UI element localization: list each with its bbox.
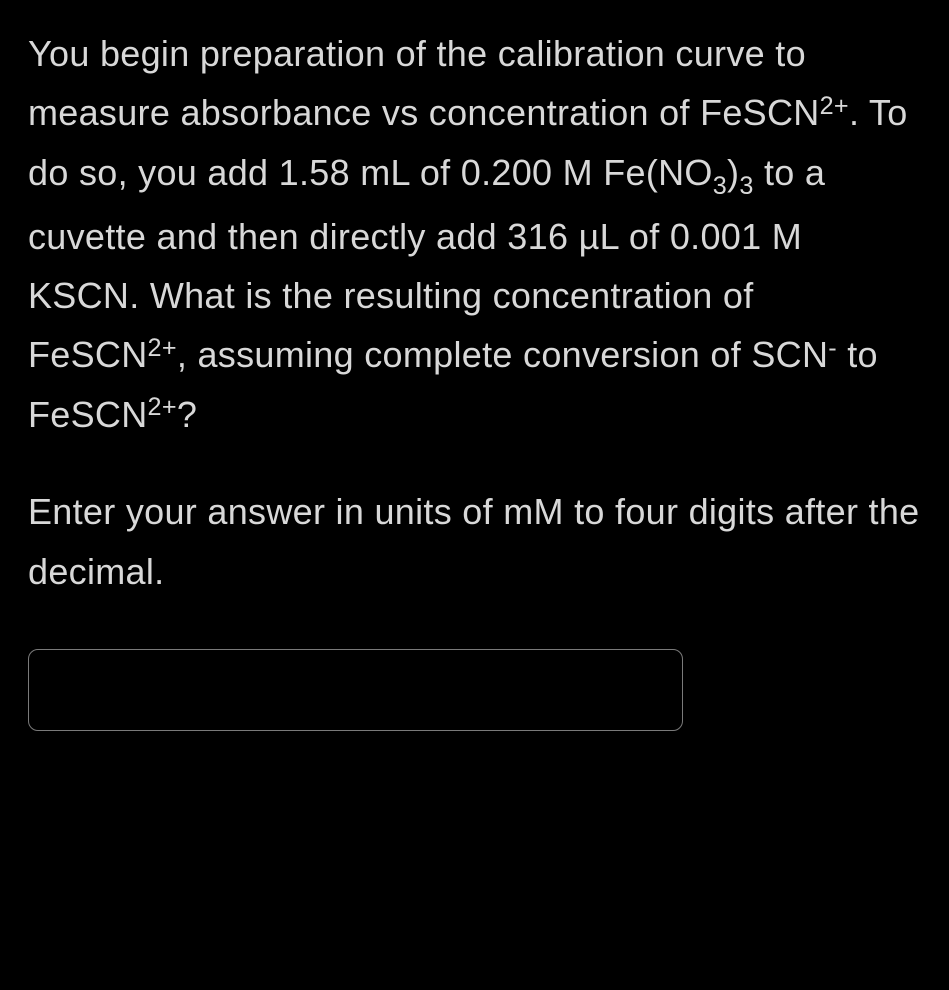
question-paragraph-2: Enter your answer in units of mM to four… [28, 482, 921, 601]
superscript: - [828, 334, 837, 362]
text-segment: ) [727, 152, 739, 193]
answer-input[interactable] [28, 649, 683, 731]
superscript: 2+ [148, 334, 177, 362]
subscript: 3 [713, 172, 727, 200]
superscript: 2+ [148, 393, 177, 421]
text-segment: , assuming complete conversion of SCN [177, 334, 828, 375]
question-paragraph-1: You begin preparation of the calibration… [28, 24, 921, 444]
subscript: 3 [739, 172, 753, 200]
text-segment: You begin preparation of the calibration… [28, 33, 820, 133]
superscript: 2+ [820, 92, 849, 120]
text-segment: ? [177, 394, 197, 435]
instruction-text: Enter your answer in units of mM to four… [28, 491, 920, 591]
